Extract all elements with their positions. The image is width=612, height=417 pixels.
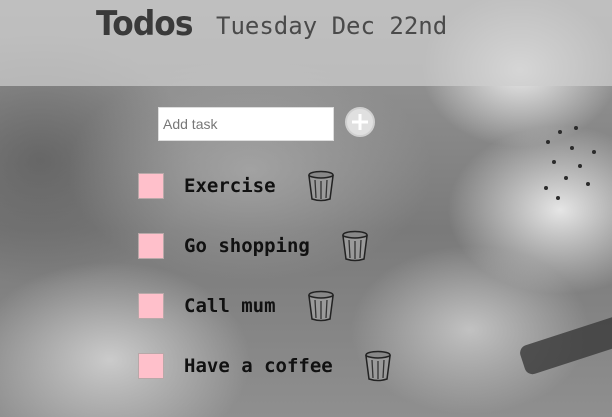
add-task-button[interactable] <box>345 107 375 137</box>
todo-item: Go shopping <box>138 230 370 262</box>
todo-label: Have a coffee <box>184 355 333 377</box>
todo-item: Exercise <box>138 170 336 202</box>
todo-checkbox[interactable] <box>138 293 164 319</box>
todo-label: Call mum <box>184 295 276 317</box>
header-bar: Todos Tuesday Dec 22nd <box>0 0 612 86</box>
trash-icon[interactable] <box>340 230 370 262</box>
current-date: Tuesday Dec 22nd <box>216 12 448 40</box>
add-task-input[interactable] <box>158 107 334 141</box>
todo-item: Have a coffee <box>138 350 393 382</box>
app-title: Todos <box>96 4 193 44</box>
todo-label: Exercise <box>184 175 276 197</box>
todo-checkbox[interactable] <box>138 233 164 259</box>
todo-item: Call mum <box>138 290 336 322</box>
flower-stamens-decoration <box>540 120 612 220</box>
trash-icon[interactable] <box>306 290 336 322</box>
trash-icon[interactable] <box>363 350 393 382</box>
todo-checkbox[interactable] <box>138 173 164 199</box>
todo-checkbox[interactable] <box>138 353 164 379</box>
trash-icon[interactable] <box>306 170 336 202</box>
todo-label: Go shopping <box>184 235 310 257</box>
